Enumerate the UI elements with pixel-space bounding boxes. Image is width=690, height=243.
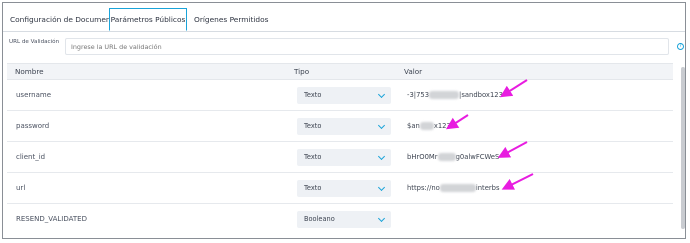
annotation-arrows bbox=[445, 79, 534, 190]
arrow-url bbox=[501, 173, 534, 190]
arrow-password bbox=[445, 114, 469, 130]
arrow-username bbox=[499, 79, 528, 98]
parameters-panel: Configuración de Documento Parámetros Pú… bbox=[2, 2, 686, 239]
arrow-client-id bbox=[497, 141, 528, 158]
